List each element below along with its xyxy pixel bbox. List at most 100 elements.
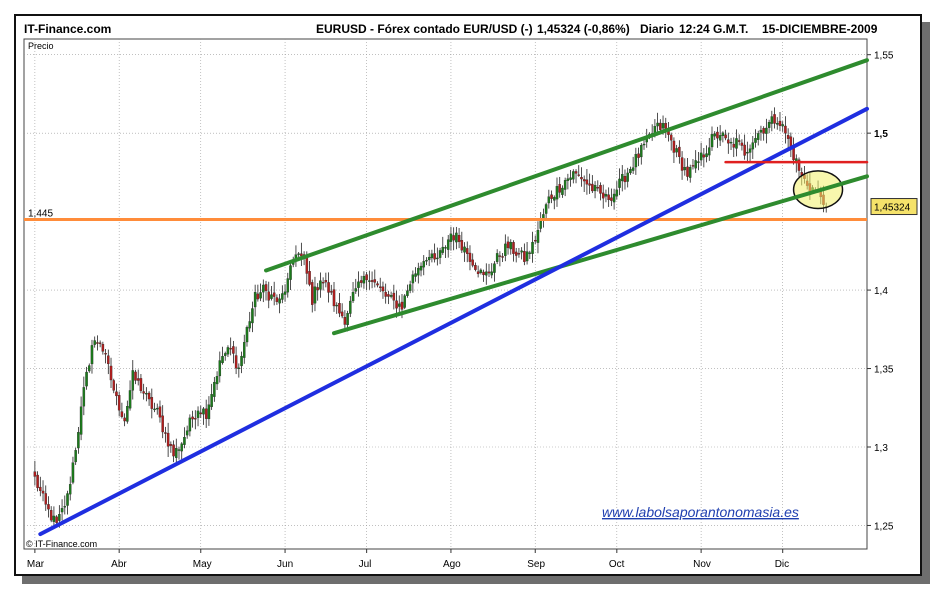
candle-body	[756, 133, 760, 140]
candle-body	[395, 300, 398, 309]
candle-body	[400, 301, 404, 310]
date-label: 15-DICIEMBRE-2009	[762, 22, 878, 36]
candle-body	[332, 289, 336, 307]
candle-body	[422, 261, 425, 268]
candle-body	[248, 321, 251, 329]
candle-body	[430, 253, 434, 259]
candle-body	[550, 194, 553, 199]
site-name[interactable]: IT-Finance.com	[24, 22, 111, 36]
candle-body	[194, 418, 197, 420]
candle-body	[441, 246, 445, 253]
candle-body	[343, 316, 347, 325]
candle-body	[495, 253, 499, 262]
candle-body	[267, 291, 270, 301]
candle-body	[659, 122, 662, 130]
candle-body	[109, 365, 113, 381]
candle-body	[351, 292, 355, 302]
candle-body	[504, 243, 507, 256]
candle-body	[185, 430, 189, 436]
candle-body	[90, 345, 94, 365]
candle-body	[381, 286, 385, 292]
candle-body	[120, 411, 124, 417]
candle-body	[264, 284, 268, 291]
candle-body	[713, 133, 716, 137]
candle-body	[305, 257, 309, 274]
candle-body	[349, 300, 352, 314]
candle-body	[150, 397, 154, 409]
candle-body	[41, 490, 45, 494]
candle-body	[669, 134, 673, 141]
candle-body	[215, 376, 219, 385]
candle-body	[558, 184, 561, 193]
candle-body	[259, 292, 262, 299]
candle-body	[718, 135, 722, 141]
x-tick-label: Jul	[359, 559, 372, 570]
candle-body	[79, 406, 83, 435]
candle-body	[702, 154, 706, 158]
candle-body	[544, 204, 548, 214]
candle-body	[784, 125, 787, 134]
candle-body	[476, 271, 480, 275]
candle-body	[155, 407, 159, 410]
candle-body	[308, 271, 311, 285]
y-axis-title: Precio	[28, 41, 54, 51]
watermark-link[interactable]: www.labolsaporantonomasia.es	[602, 504, 799, 520]
candle-body	[327, 282, 330, 293]
candle-body	[136, 378, 140, 381]
x-tick-label: Dic	[775, 559, 789, 570]
candle-body	[436, 257, 439, 260]
candle-body	[727, 139, 730, 144]
candle-body	[101, 344, 105, 352]
candle-body	[281, 293, 284, 300]
candle-body	[330, 291, 333, 293]
candle-body	[637, 153, 640, 158]
candle-body	[520, 250, 523, 253]
candle-body	[539, 219, 542, 229]
candle-body	[688, 167, 692, 178]
y-tick-label: 1,3	[874, 443, 888, 454]
candle-body	[373, 279, 377, 283]
x-tick-label: Jun	[277, 559, 293, 570]
price-chart[interactable]: IT-Finance.com EURUSD - Fórex contado EU…	[0, 0, 940, 590]
candle-body	[204, 408, 208, 419]
candle-body	[463, 246, 466, 253]
candle-body	[737, 140, 741, 142]
candle-body	[547, 196, 551, 204]
candle-body	[85, 371, 88, 387]
candle-body	[572, 171, 575, 180]
candle-body	[98, 342, 102, 344]
candle-body	[300, 253, 303, 257]
candle-body	[232, 346, 235, 354]
instrument-title: EURUSD - Fórex contado EUR/USD (-)	[316, 22, 533, 36]
candle-body	[710, 134, 714, 148]
candle-body	[52, 515, 56, 522]
candle-body	[517, 253, 521, 255]
candle-body	[286, 278, 290, 293]
candle-body	[218, 360, 222, 377]
candle-body	[408, 284, 412, 291]
candle-body	[686, 166, 689, 177]
candle-body	[33, 471, 37, 477]
candle-body	[240, 355, 243, 367]
candle-body	[172, 444, 175, 457]
candle-body	[139, 378, 143, 391]
candle-body	[457, 234, 461, 242]
candle-body	[762, 128, 765, 134]
candle-body	[63, 506, 67, 508]
candle-body	[392, 292, 396, 301]
candle-body	[199, 412, 203, 415]
candle-body	[417, 267, 420, 276]
candle-body	[384, 291, 387, 297]
candle-body	[427, 256, 431, 261]
candle-body	[574, 171, 578, 174]
candle-body	[275, 297, 279, 302]
candle-body	[88, 365, 91, 372]
candle-body	[414, 273, 417, 277]
candle-body	[746, 151, 749, 154]
candle-body	[370, 280, 374, 282]
candle-body	[357, 281, 360, 288]
candle-body	[196, 410, 200, 418]
period-label: Diario	[640, 22, 674, 36]
candle-body	[642, 143, 646, 146]
candle-body	[536, 229, 540, 243]
